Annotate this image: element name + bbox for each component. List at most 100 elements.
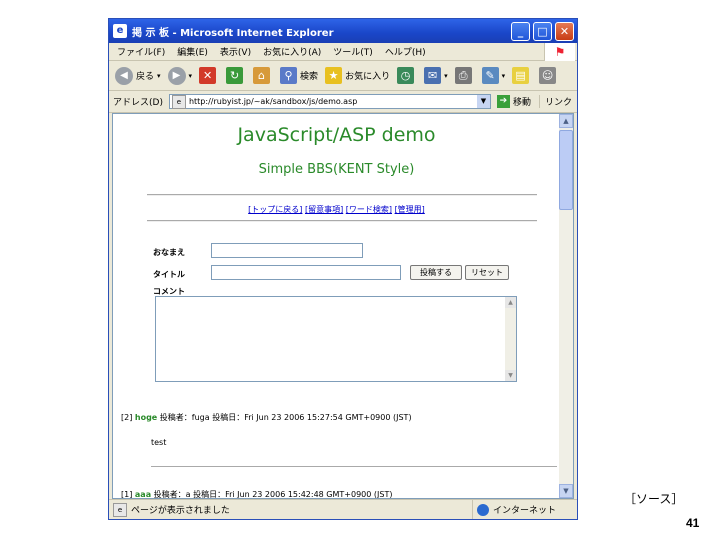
search-icon: ⚲: [280, 67, 298, 84]
address-input[interactable]: e http://rubyist.jp/~ak/sandbox/js/demo.…: [168, 94, 491, 109]
print-button[interactable]: ⎙: [454, 67, 475, 84]
menu-view[interactable]: 表示(V): [220, 45, 251, 58]
divider: [147, 194, 537, 196]
internet-globe-icon: [477, 503, 489, 516]
post-header: [1] aaa 投稿者：a 投稿日：Fri Jun 23 2006 15:42:…: [121, 489, 392, 498]
back-button[interactable]: ◀ 戻る ▾: [115, 66, 161, 85]
scroll-down-arrow-icon[interactable]: ▼: [559, 484, 573, 498]
home-icon: ⌂: [253, 67, 271, 84]
page-icon: e: [171, 94, 186, 109]
ie-app-icon: e: [113, 24, 127, 38]
search-button[interactable]: ⚲ 検索: [280, 67, 318, 84]
name-input[interactable]: [211, 243, 363, 258]
status-text: ページが表示されました: [131, 506, 230, 516]
textarea-scrollbar[interactable]: ▲ ▼: [505, 297, 516, 381]
page-done-icon: e: [113, 502, 127, 517]
post-body: test: [151, 438, 167, 447]
scroll-down-arrow-icon[interactable]: ▼: [505, 370, 516, 381]
security-zone: インターネット: [472, 499, 577, 519]
menu-bar: ファイル(F) 編集(E) 表示(V) お気に入り(A) ツール(T) ヘルプ(…: [109, 43, 577, 61]
address-dropdown-icon[interactable]: ▼: [476, 95, 490, 108]
standard-toolbar: ◀ 戻る ▾ ▶ ▾ ✕ ↻ ⌂ ⚲ 検索 ★ お気に入り ◷ ✉ ▾ ⎙ ✎ …: [109, 61, 577, 91]
scroll-up-arrow-icon[interactable]: ▲: [505, 297, 516, 308]
submit-button[interactable]: 投稿する: [410, 265, 462, 280]
browser-window: e 掲 示 板 - Microsoft Internet Explorer _ …: [108, 18, 578, 520]
window-title: 掲 示 板 - Microsoft Internet Explorer: [132, 27, 334, 39]
page-content: JavaScript/ASP demo Simple BBS(KENT Styl…: [113, 114, 560, 498]
nav-admin-link[interactable]: [管理用]: [395, 205, 425, 214]
scroll-thumb[interactable]: [559, 130, 573, 210]
nav-top-link[interactable]: [トップに戻る]: [248, 205, 302, 214]
post-header: [2] hoge 投稿者：fuga 投稿日：Fri Jun 23 2006 15…: [121, 412, 412, 423]
edit-dropdown-icon[interactable]: ▾: [502, 72, 506, 80]
nav-search-link[interactable]: [ワード検索]: [346, 205, 392, 214]
go-button[interactable]: ➔ 移動: [496, 95, 531, 108]
post-divider: [151, 466, 557, 467]
menu-favorites[interactable]: お気に入り(A): [263, 45, 321, 58]
refresh-icon: ↻: [226, 67, 244, 84]
history-icon: ◷: [397, 67, 415, 84]
reset-button[interactable]: リセット: [465, 265, 509, 280]
menu-tools[interactable]: ツール(T): [333, 45, 373, 58]
mail-dropdown-icon[interactable]: ▾: [444, 72, 448, 80]
messenger-icon: ☺: [539, 67, 557, 84]
forward-button[interactable]: ▶ ▾: [167, 66, 193, 85]
page-subtitle: Simple BBS(KENT Style): [258, 162, 415, 177]
comment-textarea[interactable]: ▲ ▼: [155, 296, 517, 382]
search-label: 検索: [300, 72, 319, 82]
slide-caption: ［ソース］: [624, 492, 684, 506]
status-bar: e ページが表示されました インターネット: [109, 499, 577, 519]
nav-links: [トップに戻る] [留意事項] [ワード検索] [管理用]: [113, 204, 560, 215]
post-number: [2]: [121, 413, 133, 422]
back-label: 戻る: [136, 72, 155, 82]
page-title: JavaScript/ASP demo: [237, 124, 436, 146]
menu-file[interactable]: ファイル(F): [117, 45, 165, 58]
address-bar: アドレス(D) e http://rubyist.jp/~ak/sandbox/…: [109, 91, 577, 113]
maximize-button[interactable]: □: [533, 21, 552, 41]
divider: [147, 220, 537, 222]
page-viewport: JavaScript/ASP demo Simple BBS(KENT Styl…: [112, 113, 574, 499]
favorites-star-icon: ★: [325, 67, 343, 84]
close-button[interactable]: ✕: [555, 21, 574, 41]
go-arrow-icon: ➔: [496, 95, 510, 108]
scroll-up-arrow-icon[interactable]: ▲: [559, 114, 573, 128]
post-meta: 投稿者：fuga 投稿日：Fri Jun 23 2006 15:27:54 GM…: [159, 413, 412, 422]
mail-button[interactable]: ✉ ▾: [424, 67, 448, 84]
history-button[interactable]: ◷: [397, 67, 417, 84]
edit-button[interactable]: ✎ ▾: [481, 67, 506, 84]
note-icon: ▤: [512, 67, 530, 84]
stop-icon: ✕: [199, 67, 217, 84]
title-label: タイトル: [153, 270, 185, 279]
discuss-button[interactable]: ▤: [512, 67, 532, 84]
page-scrollbar[interactable]: ▲ ▼: [559, 114, 573, 498]
stop-button[interactable]: ✕: [199, 67, 219, 84]
favorites-label: お気に入り: [345, 72, 391, 82]
edit-page-icon: ✎: [481, 67, 499, 84]
menu-help[interactable]: ヘルプ(H): [385, 45, 426, 58]
nav-notes-link[interactable]: [留意事項]: [305, 205, 343, 214]
title-input[interactable]: [211, 265, 401, 280]
forward-dropdown-icon[interactable]: ▾: [189, 72, 193, 80]
minimize-button[interactable]: _: [511, 21, 530, 41]
address-label: アドレス(D): [113, 98, 163, 108]
post-title: hoge: [134, 413, 158, 422]
home-button[interactable]: ⌂: [253, 67, 273, 84]
refresh-button[interactable]: ↻: [226, 67, 246, 84]
mail-icon: ✉: [424, 67, 442, 84]
windows-logo-icon: ⚑: [544, 43, 575, 61]
back-dropdown-icon[interactable]: ▾: [157, 72, 161, 80]
messenger-button[interactable]: ☺: [539, 67, 559, 84]
links-button[interactable]: リンク: [538, 95, 572, 108]
title-bar[interactable]: e 掲 示 板 - Microsoft Internet Explorer _ …: [109, 19, 577, 43]
menu-edit[interactable]: 編集(E): [177, 45, 208, 58]
zone-text: インターネット: [493, 506, 557, 516]
post-number: [1]: [121, 490, 133, 498]
name-label: おなまえ: [153, 248, 185, 257]
forward-arrow-icon: ▶: [167, 66, 186, 85]
favorites-button[interactable]: ★ お気に入り: [325, 67, 390, 84]
status-message: e ページが表示されました: [113, 502, 472, 517]
back-arrow-icon: ◀: [115, 66, 133, 85]
slide-page-number: 41: [686, 516, 700, 530]
print-icon: ⎙: [454, 67, 472, 84]
post-meta: 投稿者：a 投稿日：Fri Jun 23 2006 15:42:48 GMT+0…: [153, 490, 393, 498]
